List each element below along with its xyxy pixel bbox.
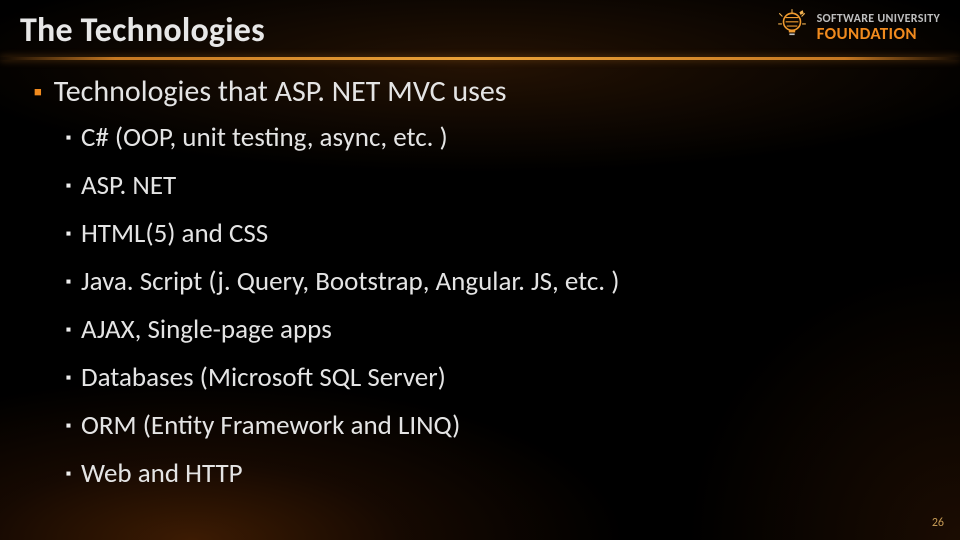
lightbulb-icon [775, 8, 809, 47]
slide-title: The Technologies [20, 10, 265, 51]
list-item-text: HTML(5) and CSS [81, 218, 268, 250]
bullet-level1: ▪ Technologies that ASP. NET MVC uses [34, 74, 940, 110]
list-item-text: ASP. NET [81, 170, 176, 202]
bullet-level1-text: Technologies that ASP. NET MVC uses [54, 74, 507, 110]
list-item: ▪ C# (OOP, unit testing, async, etc. ) [66, 122, 940, 154]
square-bullet-icon: ▪ [66, 122, 71, 154]
list-item-text: ORM (Entity Framework and LINQ) [81, 410, 460, 442]
list-item: ▪ ASP. NET [66, 170, 940, 202]
square-bullet-icon: ▪ [34, 74, 42, 110]
list-item: ▪ ORM (Entity Framework and LINQ) [66, 410, 940, 442]
square-bullet-icon: ▪ [66, 266, 71, 298]
bullet-level2-list: ▪ C# (OOP, unit testing, async, etc. ) ▪… [66, 122, 940, 490]
square-bullet-icon: ▪ [66, 410, 71, 442]
list-item: ▪ Web and HTTP [66, 458, 940, 490]
title-bar: The Technologies SOFTWARE UNIVERSITY FOU… [0, 0, 960, 57]
list-item-text: AJAX, Single-page apps [81, 314, 332, 346]
list-item-text: C# (OOP, unit testing, async, etc. ) [81, 122, 448, 154]
brand-logo: SOFTWARE UNIVERSITY FOUNDATION [775, 8, 940, 47]
square-bullet-icon: ▪ [66, 218, 71, 250]
brand-logo-text: SOFTWARE UNIVERSITY FOUNDATION [817, 13, 940, 43]
square-bullet-icon: ▪ [66, 314, 71, 346]
page-number: 26 [932, 516, 944, 530]
list-item: ▪ HTML(5) and CSS [66, 218, 940, 250]
list-item: ▪ Databases (Microsoft SQL Server) [66, 362, 940, 394]
square-bullet-icon: ▪ [66, 362, 71, 394]
list-item: ▪ AJAX, Single-page apps [66, 314, 940, 346]
list-item-text: Java. Script (j. Query, Bootstrap, Angul… [81, 266, 619, 298]
brand-line2: FOUNDATION [817, 25, 940, 42]
list-item-text: Databases (Microsoft SQL Server) [81, 362, 446, 394]
square-bullet-icon: ▪ [66, 170, 71, 202]
list-item-text: Web and HTTP [81, 458, 243, 490]
square-bullet-icon: ▪ [66, 458, 71, 490]
slide-body: ▪ Technologies that ASP. NET MVC uses ▪ … [0, 60, 960, 490]
list-item: ▪ Java. Script (j. Query, Bootstrap, Ang… [66, 266, 940, 298]
